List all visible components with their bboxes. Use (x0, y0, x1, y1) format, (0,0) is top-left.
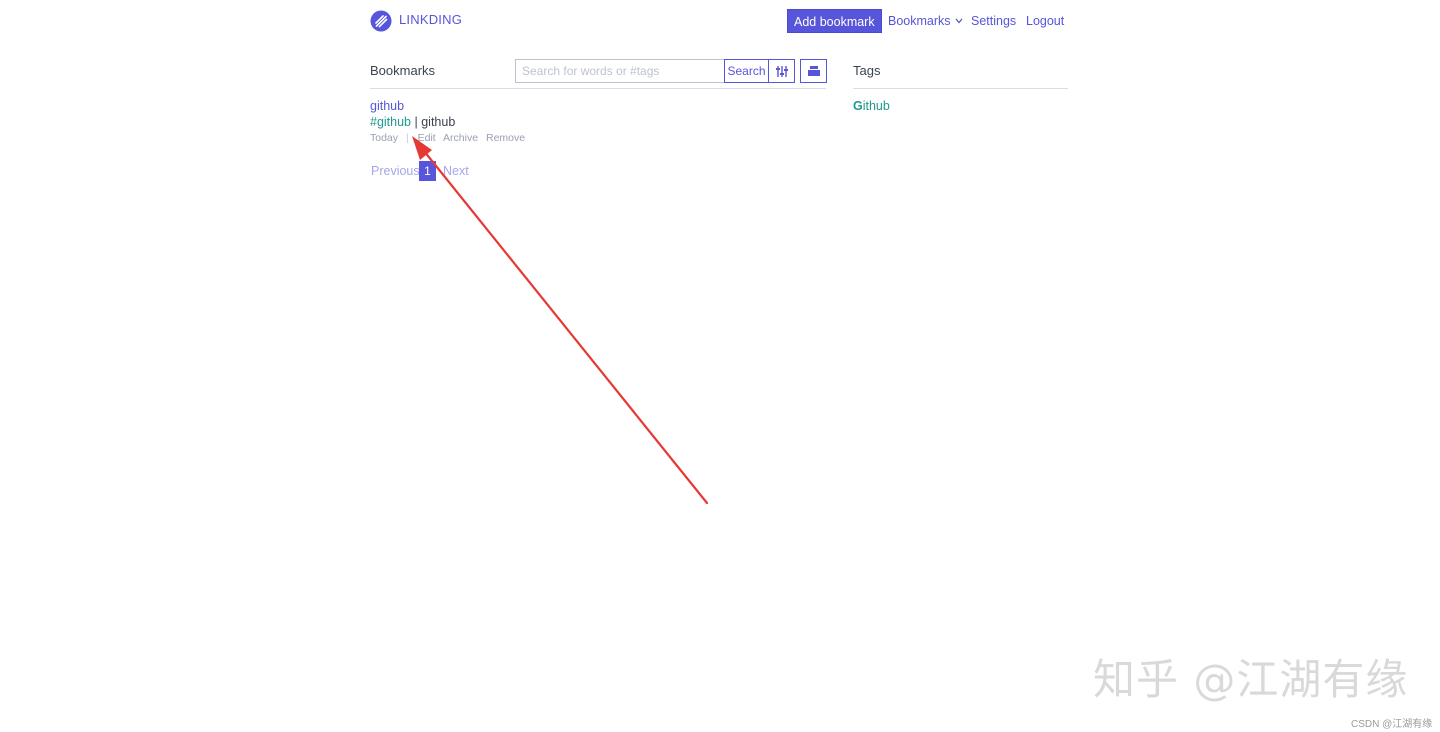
sliders-icon (776, 66, 788, 77)
add-bookmark-button[interactable]: Add bookmark (787, 9, 882, 33)
bookmarks-divider (370, 88, 826, 89)
nav-bookmarks-dropdown[interactable]: Bookmarks (888, 14, 963, 28)
bookmark-edit-link[interactable]: Edit (418, 132, 436, 144)
bookmark-actions: Today | Edit Archive Remove (370, 132, 530, 144)
search-input[interactable]: Search for words or #tags (515, 59, 725, 83)
bookmark-tag-link[interactable]: #github (370, 115, 411, 129)
bookmark-desc-text: github (421, 115, 456, 129)
pagination-previous[interactable]: Previous (371, 164, 420, 178)
top-navbar: LINKDING Add bookmark Bookmarks Settings… (370, 9, 1070, 33)
tags-heading: Tags (853, 63, 881, 78)
pagination-next[interactable]: Next (443, 164, 469, 178)
linkding-logo-icon[interactable] (370, 10, 392, 32)
nav-logout-link[interactable]: Logout (1026, 14, 1064, 28)
bookmark-title-link[interactable]: github (370, 99, 404, 113)
filter-options-button[interactable] (768, 59, 795, 83)
chevron-down-icon (955, 18, 963, 24)
bookmarks-heading: Bookmarks (370, 63, 436, 78)
search-button[interactable]: Search (724, 59, 769, 83)
tag-rest: ithub (862, 99, 890, 113)
pagination-page-1[interactable]: 1 (419, 161, 436, 181)
tag-first-letter: G (853, 99, 863, 113)
bookmark-remove-link[interactable]: Remove (486, 132, 525, 144)
stack-icon (808, 66, 820, 76)
bookmark-date: Today (370, 132, 399, 144)
bookmark-meta-separator: | (405, 132, 409, 144)
bookmark-description: #github | github (370, 115, 455, 129)
tag-cloud-item-github[interactable]: Github (853, 99, 890, 113)
bookmark-archive-link[interactable]: Archive (443, 132, 478, 144)
nav-bookmarks-label: Bookmarks (888, 14, 951, 28)
bulk-edit-button[interactable] (800, 59, 827, 83)
bookmark-desc-separator: | (414, 115, 418, 129)
tags-divider (853, 88, 1068, 89)
watermark-text: 知乎 @江湖有缘 (1093, 655, 1409, 704)
annotation-arrow (412, 136, 709, 505)
annotation-arrow-shaft (422, 149, 709, 505)
nav-settings-link[interactable]: Settings (971, 14, 1016, 28)
brand-name[interactable]: LINKDING (399, 12, 462, 27)
footnote-text: CSDN @江湖有缘 (1351, 719, 1433, 730)
